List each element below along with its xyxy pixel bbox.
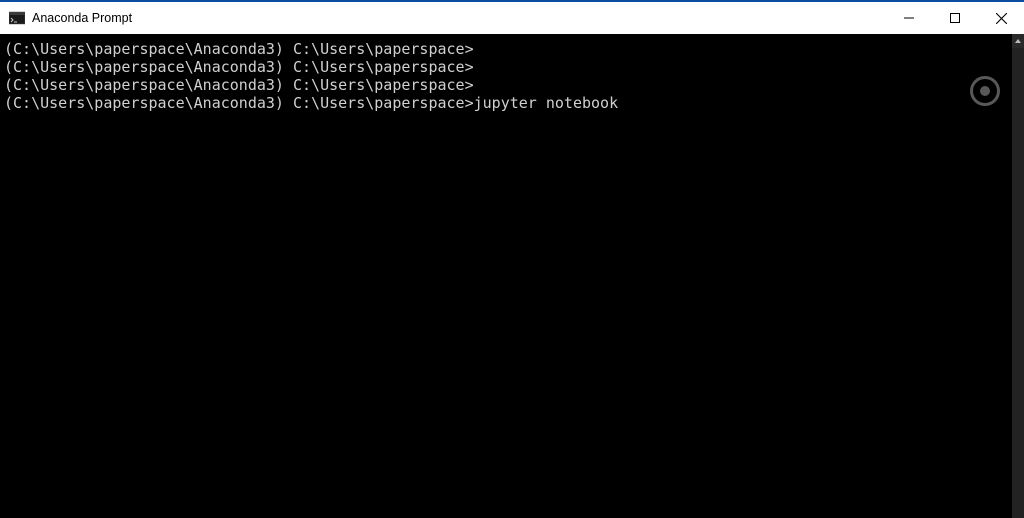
terminal-icon — [9, 10, 25, 26]
terminal-output[interactable]: (C:\Users\paperspace\Anaconda3) C:\Users… — [0, 34, 1012, 518]
command-text: jupyter notebook — [474, 94, 619, 112]
maximize-button[interactable] — [932, 3, 978, 33]
prompt-line: (C:\Users\paperspace\Anaconda3) C:\Users… — [4, 76, 1008, 94]
prompt-text: (C:\Users\paperspace\Anaconda3) C:\Users… — [4, 76, 474, 94]
prompt-line: (C:\Users\paperspace\Anaconda3) C:\Users… — [4, 94, 1008, 112]
window-title: Anaconda Prompt — [32, 2, 886, 34]
close-button[interactable] — [978, 3, 1024, 33]
prompt-text: (C:\Users\paperspace\Anaconda3) C:\Users… — [4, 40, 474, 58]
prompt-text: (C:\Users\paperspace\Anaconda3) C:\Users… — [4, 94, 474, 112]
titlebar[interactable]: Anaconda Prompt — [0, 2, 1024, 34]
prompt-line: (C:\Users\paperspace\Anaconda3) C:\Users… — [4, 40, 1008, 58]
window-controls — [886, 3, 1024, 33]
vertical-scrollbar[interactable] — [1012, 34, 1024, 518]
prompt-line: (C:\Users\paperspace\Anaconda3) C:\Users… — [4, 58, 1008, 76]
terminal-area[interactable]: (C:\Users\paperspace\Anaconda3) C:\Users… — [0, 34, 1024, 518]
prompt-text: (C:\Users\paperspace\Anaconda3) C:\Users… — [4, 58, 474, 76]
minimize-button[interactable] — [886, 3, 932, 33]
application-window: Anaconda Prompt (C:\Users\paperspace\An — [0, 0, 1024, 518]
scroll-up-arrow-icon[interactable] — [1012, 34, 1024, 48]
